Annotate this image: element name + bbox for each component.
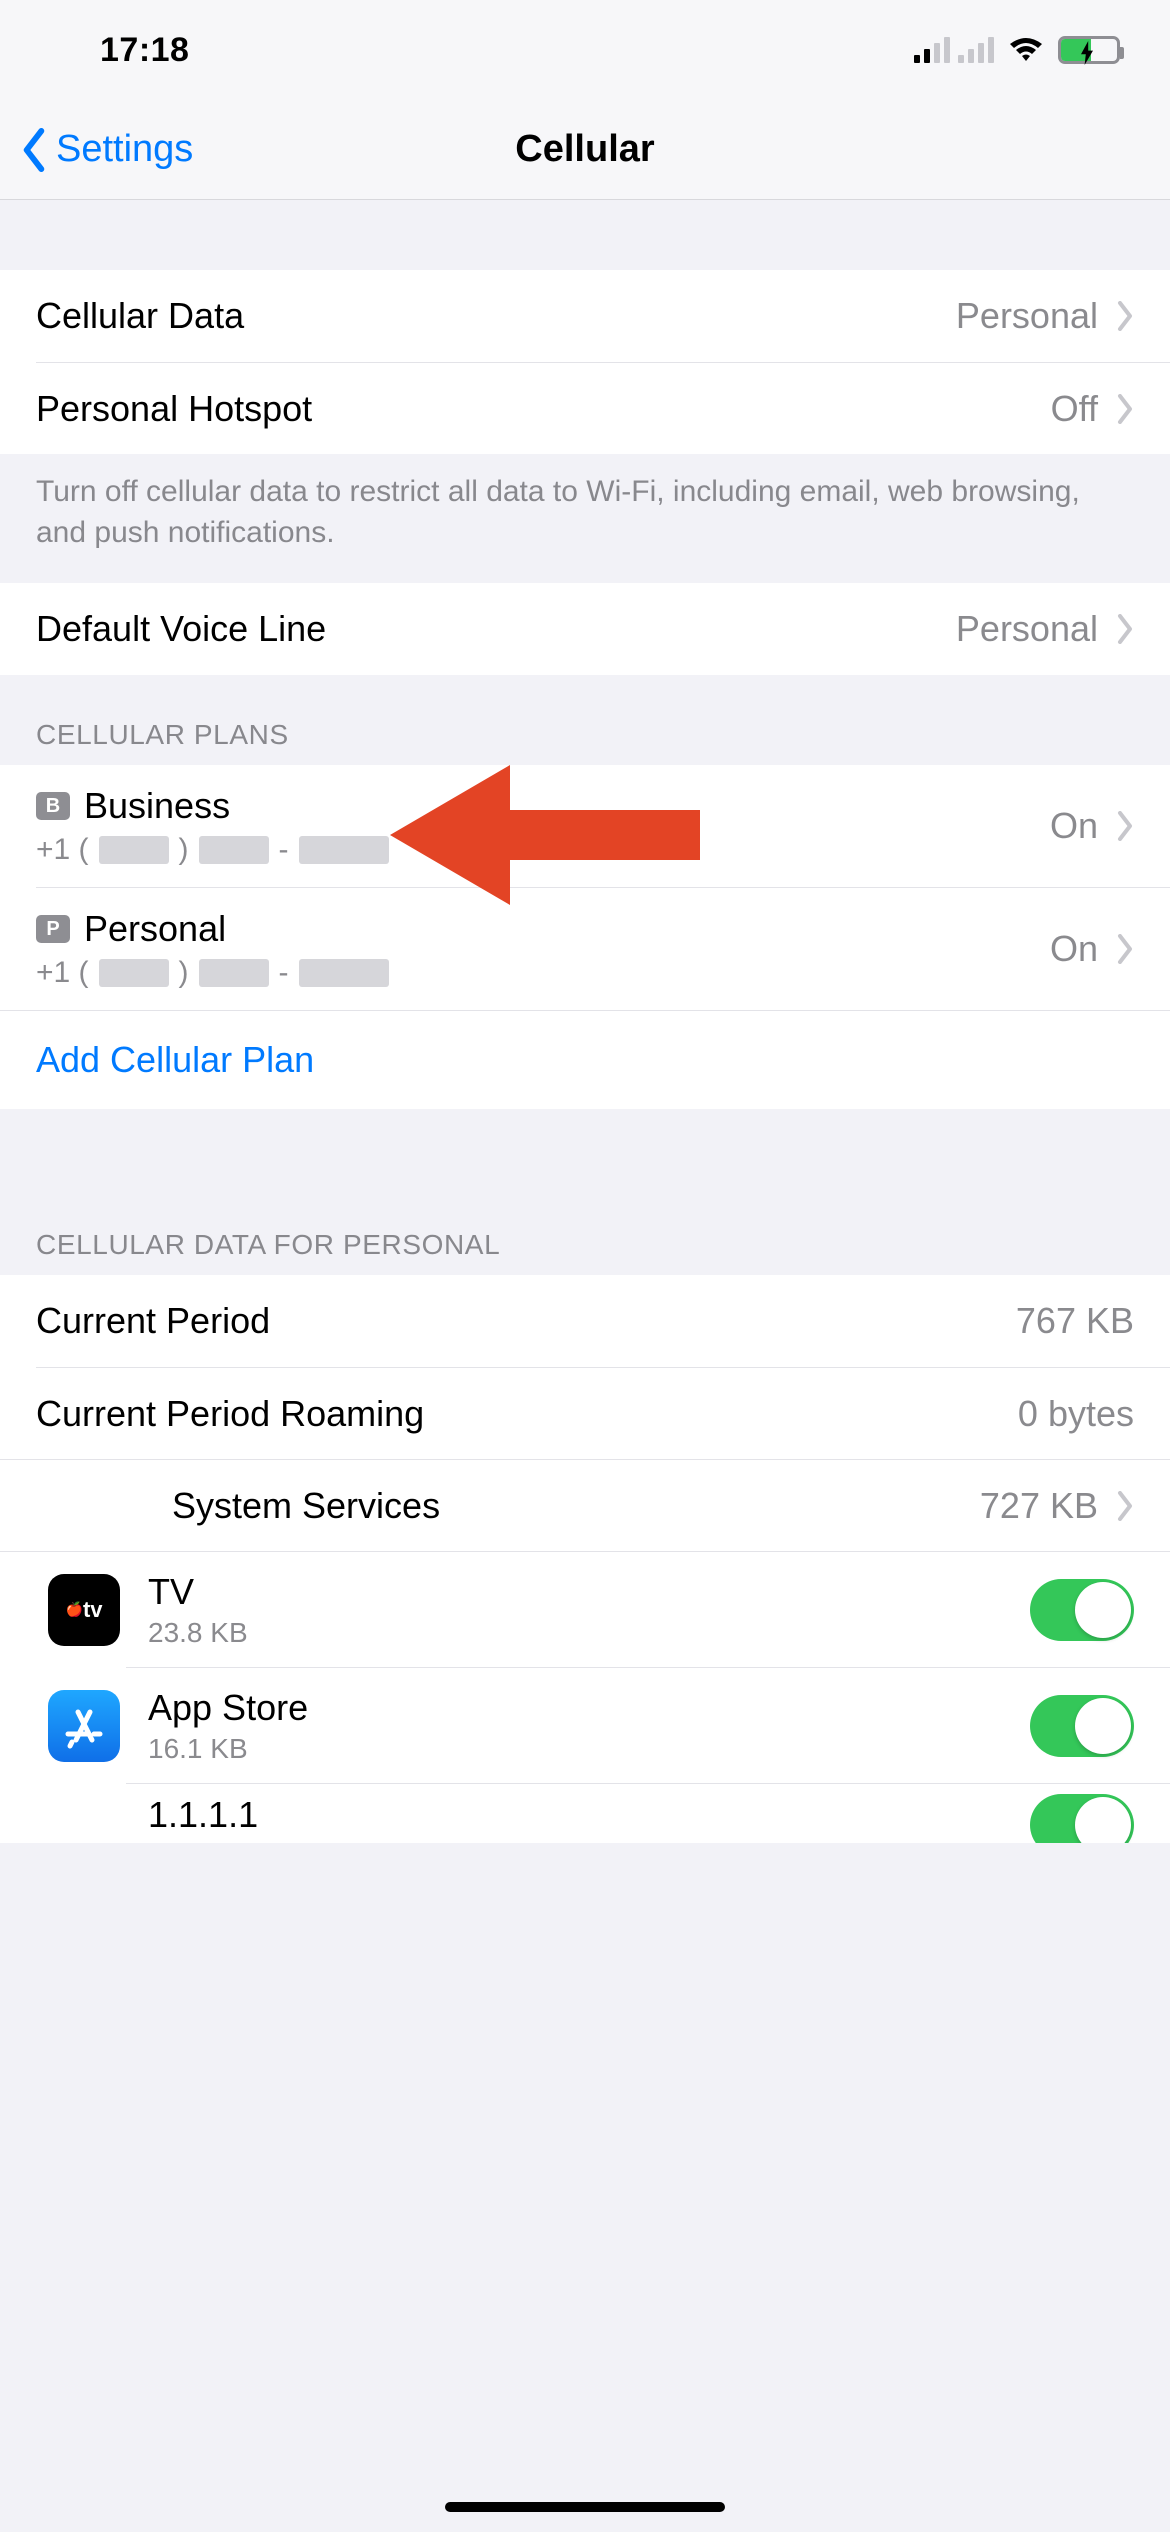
app-size: 23.8 KB (148, 1617, 1002, 1649)
row-cellular-data[interactable]: Cellular Data Personal (0, 270, 1170, 362)
row-current-period: Current Period 767 KB (0, 1275, 1170, 1367)
voice-line-value: Personal (956, 608, 1098, 650)
cellular-data-value: Personal (956, 295, 1098, 337)
system-services-label: System Services (172, 1485, 440, 1527)
app-icon-tv: 🍎tv (48, 1574, 120, 1646)
current-period-label: Current Period (36, 1300, 270, 1342)
status-bar: 17:18 (0, 0, 1170, 100)
app-name: App Store (148, 1687, 1002, 1729)
app-row-1111: 14 1.1.1.1 (126, 1783, 1170, 1843)
app-name: TV (148, 1571, 1002, 1613)
cellular-data-footer: Turn off cellular data to restrict all d… (0, 454, 1170, 583)
toggle-tv[interactable] (1030, 1579, 1134, 1641)
hotspot-label: Personal Hotspot (36, 388, 312, 430)
chevron-right-icon (1116, 811, 1134, 841)
app-icon-appstore (48, 1690, 120, 1762)
app-row-appstore: App Store 16.1 KB (126, 1667, 1170, 1783)
chevron-right-icon (1116, 1491, 1134, 1521)
row-system-services[interactable]: System Services 727 KB (0, 1459, 1170, 1551)
page-title: Cellular (515, 128, 654, 171)
app-row-tv: 🍎tv TV 23.8 KB (0, 1551, 1170, 1667)
roaming-label: Current Period Roaming (36, 1393, 424, 1435)
hotspot-value: Off (1051, 388, 1098, 430)
app-size: 16.1 KB (148, 1733, 1002, 1765)
chevron-right-icon (1116, 934, 1134, 964)
section-header-plans: CELLULAR PLANS (0, 675, 1170, 765)
plan-row-personal[interactable]: P Personal +1 () - On (36, 887, 1170, 1010)
add-plan-label: Add Cellular Plan (36, 1039, 314, 1080)
row-default-voice-line[interactable]: Default Voice Line Personal (0, 583, 1170, 675)
add-cellular-plan-button[interactable]: Add Cellular Plan (0, 1010, 1170, 1109)
plan-badge-icon: P (36, 915, 70, 943)
plan-phone: +1 () - (36, 833, 1050, 867)
home-indicator[interactable] (445, 2502, 725, 2512)
group-cellular-plans: B Business +1 () - On P Personal +1 () - (0, 765, 1170, 1109)
plan-phone: +1 () - (36, 956, 1050, 990)
group-cellular-basics: Cellular Data Personal Personal Hotspot … (0, 270, 1170, 454)
chevron-left-icon (20, 128, 48, 172)
cellular-signal-icon (914, 37, 950, 63)
plan-row-business[interactable]: B Business +1 () - On (0, 765, 1170, 887)
cellular-signal-2-icon (958, 37, 994, 63)
system-services-value: 727 KB (980, 1485, 1098, 1527)
app-name: 1.1.1.1 (148, 1794, 1002, 1836)
back-button[interactable]: Settings (20, 128, 193, 172)
section-header-usage: CELLULAR DATA FOR PERSONAL (0, 1109, 1170, 1275)
charging-bolt-icon (1077, 41, 1097, 65)
group-voice-line: Default Voice Line Personal (0, 583, 1170, 675)
toggle-1111[interactable] (1030, 1794, 1134, 1843)
plan-badge-icon: B (36, 792, 70, 820)
chevron-right-icon (1116, 394, 1134, 424)
status-time: 17:18 (100, 31, 189, 70)
roaming-value: 0 bytes (1018, 1393, 1134, 1435)
navigation-bar: Settings Cellular (0, 100, 1170, 200)
chevron-right-icon (1116, 301, 1134, 331)
plan-status: On (1050, 805, 1098, 847)
back-label: Settings (56, 128, 193, 171)
chevron-right-icon (1116, 614, 1134, 644)
current-period-value: 767 KB (1016, 1300, 1134, 1342)
plan-name: Personal (84, 908, 226, 950)
toggle-appstore[interactable] (1030, 1695, 1134, 1757)
status-icons (914, 36, 1120, 64)
group-usage: Current Period 767 KB Current Period Roa… (0, 1275, 1170, 1843)
cellular-data-label: Cellular Data (36, 295, 244, 337)
wifi-icon (1008, 37, 1044, 63)
voice-line-label: Default Voice Line (36, 608, 326, 650)
row-current-period-roaming: Current Period Roaming 0 bytes (36, 1367, 1170, 1459)
plan-name: Business (84, 785, 230, 827)
row-personal-hotspot[interactable]: Personal Hotspot Off (36, 362, 1170, 454)
battery-icon (1058, 36, 1120, 64)
plan-status: On (1050, 928, 1098, 970)
